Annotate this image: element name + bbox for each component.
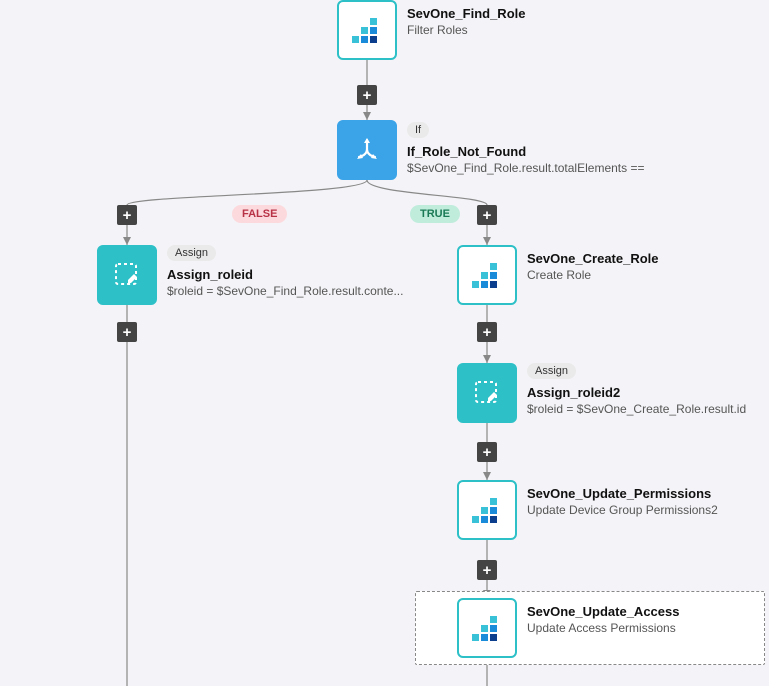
node-subtitle: Update Access Permissions	[527, 621, 679, 635]
node-update-permissions[interactable]: SevOne_Update_Permissions Update Device …	[457, 480, 718, 540]
assign-icon	[457, 363, 517, 423]
node-assign-roleid[interactable]: Assign Assign_roleid $roleid = $SevOne_F…	[97, 245, 403, 305]
node-if-role-not-found[interactable]: If If_Role_Not_Found $SevOne_Find_Role.r…	[337, 120, 644, 180]
add-step-button[interactable]: +	[117, 322, 137, 342]
branch-icon	[337, 120, 397, 180]
node-title: SevOne_Find_Role	[407, 6, 525, 21]
add-step-button[interactable]: +	[477, 442, 497, 462]
node-title: SevOne_Update_Permissions	[527, 486, 718, 501]
node-subtitle: $SevOne_Find_Role.result.totalElements =…	[407, 161, 644, 175]
node-subtitle: Create Role	[527, 268, 659, 282]
node-title: Assign_roleid	[167, 267, 403, 282]
branch-label-false: FALSE	[232, 205, 287, 223]
node-subtitle: $roleid = $SevOne_Create_Role.result.id	[527, 402, 746, 416]
node-subtitle: $roleid = $SevOne_Find_Role.result.conte…	[167, 284, 403, 298]
add-step-button[interactable]: +	[117, 205, 137, 225]
node-type-badge: Assign	[527, 363, 576, 379]
node-update-access[interactable]: SevOne_Update_Access Update Access Permi…	[457, 598, 679, 658]
node-subtitle: Update Device Group Permissions2	[527, 503, 718, 517]
sevone-icon	[337, 0, 397, 60]
node-type-badge: Assign	[167, 245, 216, 261]
node-title: Assign_roleid2	[527, 385, 746, 400]
sevone-icon	[457, 245, 517, 305]
node-create-role[interactable]: SevOne_Create_Role Create Role	[457, 245, 659, 305]
branch-label-true: TRUE	[410, 205, 460, 223]
workflow-canvas[interactable]: SevOne_Find_Role Filter Roles + If If_Ro…	[0, 0, 769, 686]
node-title: If_Role_Not_Found	[407, 144, 644, 159]
node-find-role[interactable]: SevOne_Find_Role Filter Roles	[337, 0, 525, 60]
node-type-badge: If	[407, 122, 429, 138]
node-title: SevOne_Create_Role	[527, 251, 659, 266]
sevone-icon	[457, 598, 517, 658]
assign-icon	[97, 245, 157, 305]
add-step-button[interactable]: +	[477, 205, 497, 225]
add-step-button[interactable]: +	[357, 85, 377, 105]
sevone-icon	[457, 480, 517, 540]
add-step-button[interactable]: +	[477, 322, 497, 342]
node-subtitle: Filter Roles	[407, 23, 525, 37]
connectors	[0, 0, 769, 686]
node-title: SevOne_Update_Access	[527, 604, 679, 619]
node-assign-roleid2[interactable]: Assign Assign_roleid2 $roleid = $SevOne_…	[457, 363, 746, 423]
add-step-button[interactable]: +	[477, 560, 497, 580]
